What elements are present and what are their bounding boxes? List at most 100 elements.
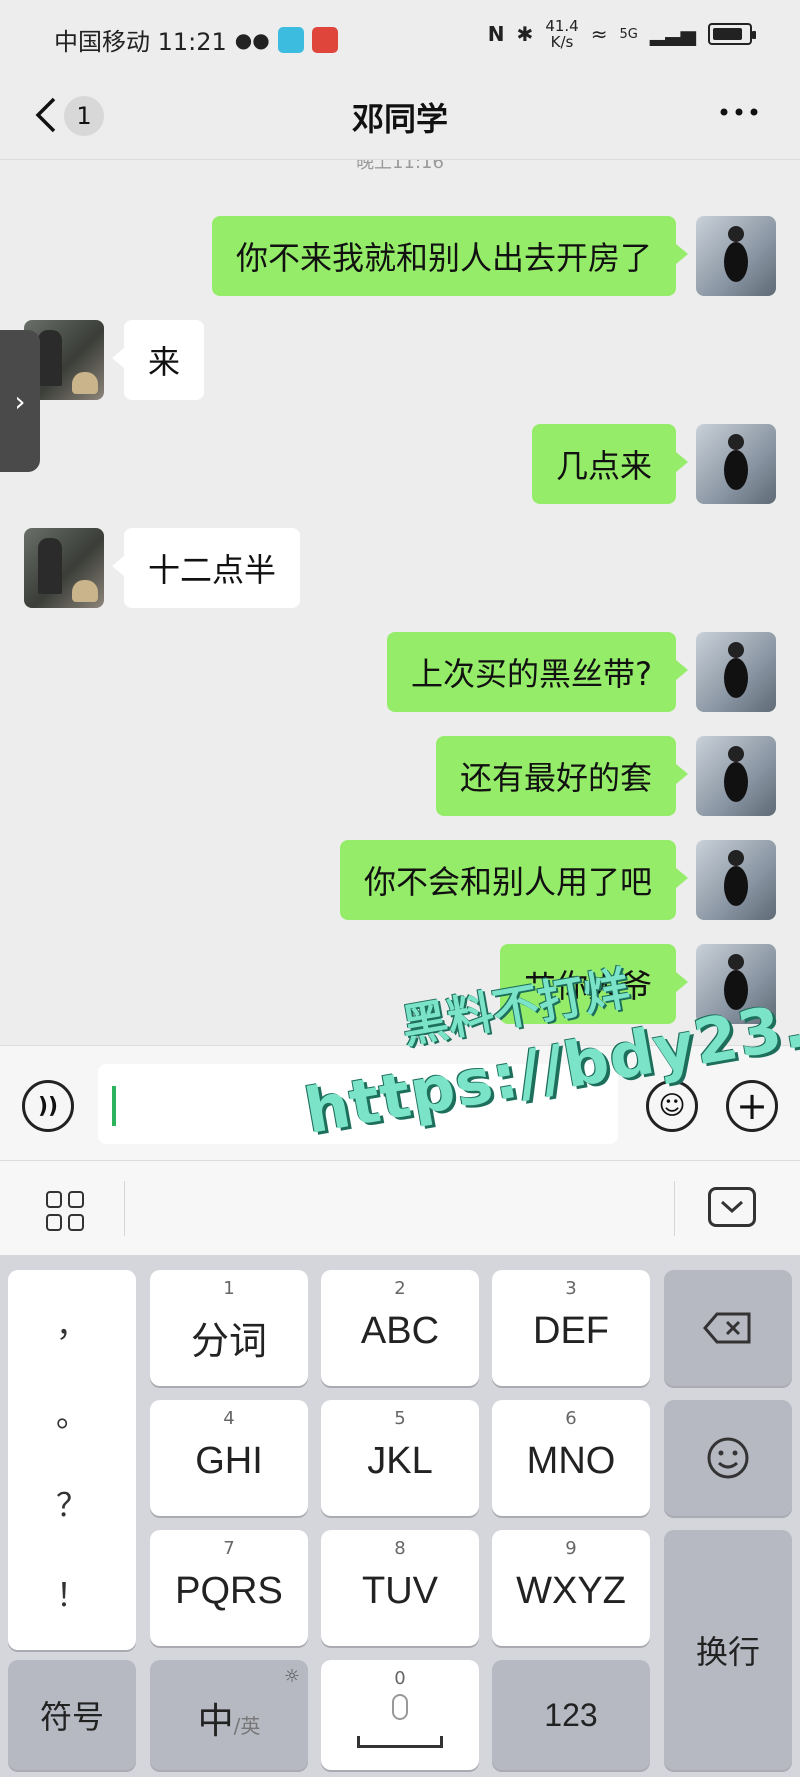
wifi-icon: ≈	[590, 22, 608, 46]
status-right: N ✱ 41.4 K/s ≈ 5G ▂▃▅	[487, 18, 756, 50]
key-number: 0	[394, 1668, 406, 1689]
battery-fill	[713, 28, 742, 40]
lang-sub: /英	[233, 1714, 261, 1738]
message-row: 来	[0, 320, 800, 402]
symbols-key[interactable]: 符号	[8, 1660, 136, 1770]
voice-icon: ))	[37, 1093, 59, 1119]
battery-icon	[708, 23, 756, 45]
net-speed: 41.4 K/s	[545, 18, 578, 50]
emoji-icon: ☺	[658, 1091, 686, 1121]
backspace-icon	[703, 1312, 751, 1344]
key-number: 1	[223, 1278, 235, 1299]
space-icon	[357, 1736, 443, 1748]
my-avatar[interactable]	[696, 216, 776, 296]
key-number: 9	[565, 1538, 577, 1559]
chat-messages[interactable]: 晚上11:16 你不来我就和别人出去开房了 来 几点来 十二点半 上次买的黑丝带…	[0, 160, 800, 1045]
backspace-key[interactable]	[664, 1270, 792, 1386]
key-1[interactable]: 1 分词	[150, 1270, 308, 1386]
language-switch-key[interactable]: ☼ 中/英	[150, 1660, 308, 1770]
net-speed-unit: K/s	[550, 33, 574, 51]
bluetooth-icon: ✱	[516, 22, 534, 46]
message-bubble-sent[interactable]: 几点来	[531, 424, 689, 504]
message-row: 十二点半	[0, 528, 800, 610]
my-avatar[interactable]	[696, 424, 776, 504]
key-2[interactable]: 2 ABC	[321, 1270, 479, 1386]
more-dots-icon	[720, 108, 758, 116]
my-avatar[interactable]	[696, 736, 776, 816]
input-bar: )) ☺ +	[0, 1045, 800, 1160]
signal-icon: ▂▃▅	[649, 22, 696, 46]
message-row: 还有最好的套	[0, 736, 800, 818]
key-number: 2	[394, 1278, 406, 1299]
punct-key[interactable]: ？	[8, 1480, 136, 1526]
chat-title: 邓同学	[351, 100, 448, 138]
key-number: 5	[394, 1408, 406, 1429]
message-row: 你不来我就和别人出去开房了	[0, 216, 800, 298]
keyboard-hide-icon	[720, 1200, 744, 1214]
numbers-key[interactable]: 123	[492, 1660, 650, 1770]
symbols-key-label: 符号	[39, 1699, 104, 1735]
message-bubble-sent[interactable]: 上次买的黑丝带?	[387, 632, 688, 712]
key-number: 3	[565, 1278, 577, 1299]
toolbar-divider	[124, 1181, 125, 1236]
punct-key[interactable]: 。	[8, 1390, 136, 1436]
globe-icon: ☼	[283, 1666, 300, 1687]
key-4[interactable]: 4 GHI	[150, 1400, 308, 1516]
my-avatar[interactable]	[696, 944, 776, 1024]
voice-button[interactable]: ))	[22, 1080, 74, 1132]
message-bubble-received[interactable]: 来	[111, 320, 205, 400]
my-avatar[interactable]	[696, 632, 776, 712]
key-3[interactable]: 3 DEF	[492, 1270, 650, 1386]
key-label: 分词	[190, 1321, 267, 1363]
lang-main: 中	[197, 1701, 234, 1742]
message-row: 几点来	[0, 424, 800, 506]
punctuation-column[interactable]: ， 。 ？ ！	[8, 1270, 136, 1650]
key-label: ABC	[360, 1310, 440, 1352]
my-avatar[interactable]	[696, 840, 776, 920]
key-number: 4	[223, 1408, 235, 1429]
smiley-icon	[707, 1437, 749, 1479]
key-label: WXYZ	[516, 1570, 626, 1612]
key-label: PQRS	[175, 1570, 283, 1612]
key-label: MNO	[526, 1440, 616, 1482]
app-notification-icon-2	[311, 26, 338, 53]
key-5[interactable]: 5 JKL	[321, 1400, 479, 1516]
key-8[interactable]: 8 TUV	[321, 1530, 479, 1646]
side-panel-toggle[interactable]: ›	[0, 330, 40, 472]
more-functions-button[interactable]: +	[726, 1080, 778, 1132]
message-bubble-sent[interactable]: 你不会和别人用了吧	[339, 840, 689, 920]
message-timestamp: 晚上11:16	[356, 160, 444, 173]
text-cursor	[112, 1086, 116, 1126]
message-row: 你不会和别人用了吧	[0, 840, 800, 922]
keyboard-hide-button[interactable]	[708, 1187, 756, 1227]
more-button[interactable]	[714, 92, 764, 132]
message-row: 上次买的黑丝带?	[0, 632, 800, 714]
key-7[interactable]: 7 PQRS	[150, 1530, 308, 1646]
message-input[interactable]	[98, 1064, 618, 1144]
punct-key[interactable]: ！	[8, 1570, 136, 1616]
space-key[interactable]: 0	[321, 1660, 479, 1770]
status-bar: 中国移动 11:21 ●● N ✱ 41.4 K/s ≈ 5G ▂▃▅	[0, 0, 800, 70]
emoji-button[interactable]: ☺	[646, 1080, 698, 1132]
enter-key[interactable]: 换行	[664, 1530, 792, 1770]
key-9[interactable]: 9 WXYZ	[492, 1530, 650, 1646]
plus-icon: +	[736, 1084, 768, 1128]
emoji-key[interactable]	[664, 1400, 792, 1516]
keyboard-toolbar	[0, 1160, 800, 1255]
signal-label: 5G	[619, 26, 638, 42]
key-label: TUV	[362, 1570, 438, 1612]
punct-key[interactable]: ，	[8, 1300, 136, 1346]
key-6[interactable]: 6 MNO	[492, 1400, 650, 1516]
nfc-icon: N	[487, 22, 505, 46]
message-bubble-received[interactable]: 十二点半	[111, 528, 301, 608]
microphone-icon	[392, 1694, 408, 1720]
message-bubble-sent[interactable]: 你不来我就和别人出去开房了	[211, 216, 689, 296]
message-bubble-sent[interactable]: 艹你大爷	[499, 944, 689, 1024]
chevron-right-icon: ›	[14, 384, 26, 418]
contact-avatar[interactable]	[24, 528, 104, 608]
numbers-key-label: 123	[544, 1696, 598, 1733]
key-label: DEF	[533, 1310, 609, 1352]
message-bubble-sent[interactable]: 还有最好的套	[435, 736, 689, 816]
status-left: 中国移动 11:21 ●●	[54, 22, 338, 57]
grid-icon[interactable]	[46, 1191, 86, 1231]
